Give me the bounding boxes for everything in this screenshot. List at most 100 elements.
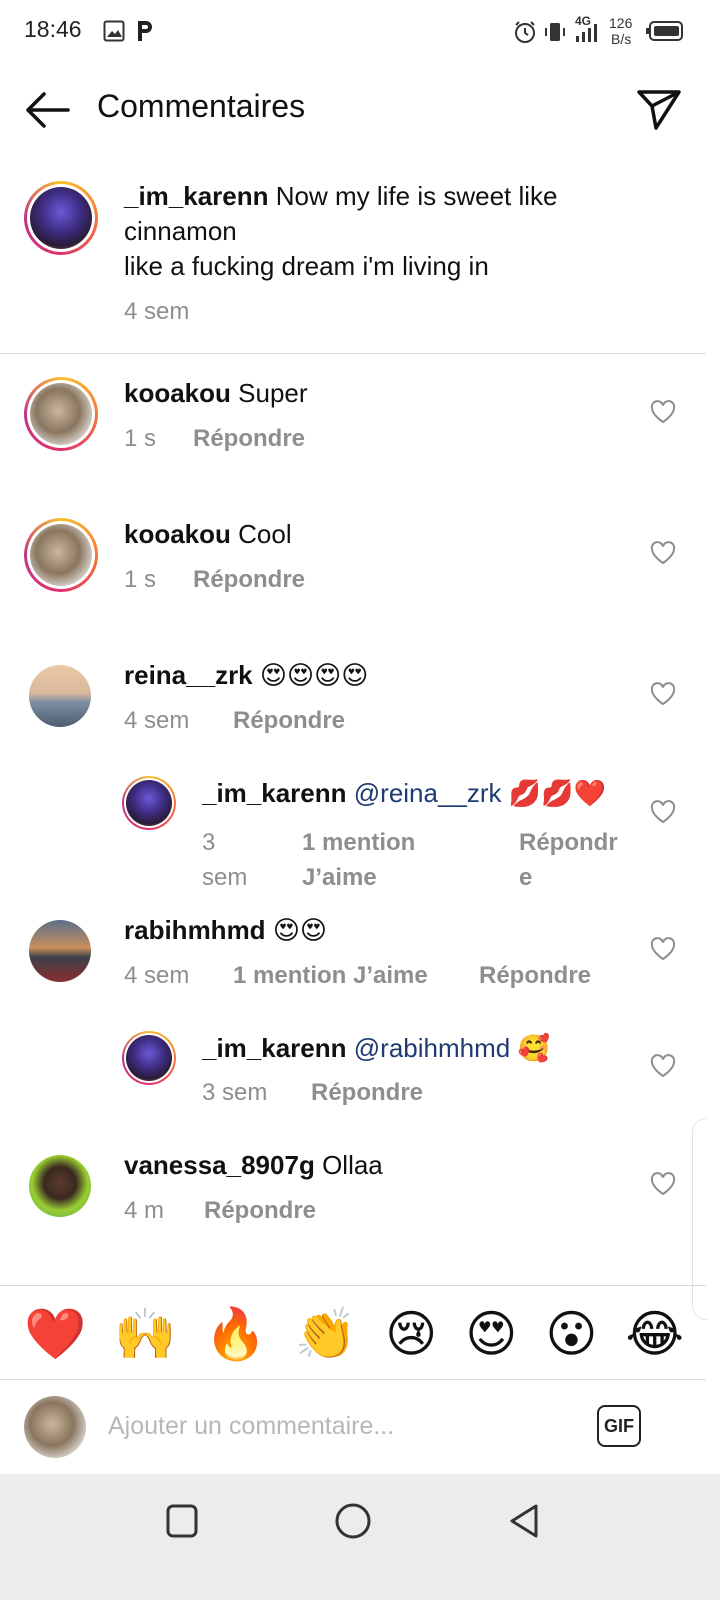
reply-button[interactable]: Répondre [479,962,591,990]
heart-icon [650,800,676,824]
status-time: 18:46 [24,16,82,42]
reply-button[interactable]: Répondre [311,1079,423,1107]
comment-text: 😍😍 [272,915,328,945]
triangle-back-icon [510,1504,538,1538]
comment-body: reina__zrk 😍😍😍😍 [124,658,368,693]
like-button[interactable] [650,1054,676,1083]
comment-text: 😍😍😍😍 [259,660,369,690]
like-button[interactable] [650,1172,676,1201]
reaction-heart[interactable]: ❤️ [24,1304,86,1364]
comment-time: 4 sem [124,707,190,734]
caption-line2: cinnamon [124,216,237,246]
comment-username[interactable]: _im_karenn [202,1033,347,1063]
heart-icon [650,1054,676,1078]
comment-username[interactable]: rabihmhmd [124,915,266,945]
reaction-surprised[interactable]: 😮 [545,1304,597,1364]
parking-icon [135,19,155,48]
reaction-clap[interactable]: 👏 [295,1304,357,1364]
heart-icon [650,937,676,961]
avatar-ring [122,776,176,830]
like-button[interactable] [650,937,676,966]
alarm-icon [513,20,537,49]
comment-text: 🥰 [517,1033,550,1063]
like-button[interactable] [650,541,676,570]
reaction-laugh[interactable]: 😂 [626,1304,684,1364]
comment-time: 3 sem [202,829,248,891]
comment-body: kooakou Super [124,376,308,411]
recents-button[interactable] [166,1504,198,1543]
comment-text: 💋💋❤️ [508,778,606,808]
avatar-ring [24,377,98,451]
signal-icon [574,22,600,49]
reply-button[interactable]: Répondre [233,707,345,735]
avatar[interactable] [30,383,92,445]
avatar[interactable] [126,780,172,826]
reply-button[interactable]: Répondre [519,825,618,895]
mention-link[interactable]: @reina__zrk [354,778,502,808]
avatar-ring [24,181,98,255]
heart-icon [650,1172,676,1196]
comment-username[interactable]: kooakou [124,378,231,408]
avatar[interactable] [126,1035,172,1081]
reply-button[interactable]: Répondre [204,1197,316,1225]
comment-text: Ollaa [322,1150,383,1180]
comment-time: 4 m [124,1197,165,1224]
reply-body: _im_karenn @rabihmhmd 🥰 [202,1031,550,1066]
image-icon [103,20,125,47]
reaction-sad[interactable]: 😢 [385,1304,437,1364]
like-button[interactable] [650,682,676,711]
avatar-ring [24,518,98,592]
comment-text: Cool [238,519,292,549]
circle-icon [335,1503,371,1539]
heart-icon [650,400,676,424]
comment-time: 1 s [124,566,157,593]
caption-line3: like a fucking dream i'm living in [124,251,489,281]
comment-input[interactable]: Ajouter un commentaire... [108,1412,394,1441]
quick-reactions-bar: ❤️ 🙌 🔥 👏 😢 😍 😮 😂 [24,1304,684,1364]
like-button[interactable] [650,400,676,429]
caption-username[interactable]: _im_karenn [124,181,269,211]
home-button[interactable] [335,1503,371,1544]
divider [0,1285,706,1286]
reaction-heart-eyes[interactable]: 😍 [465,1304,517,1364]
like-button[interactable] [650,800,676,829]
caption-line1: Now my life is sweet like [275,181,558,211]
comment-username[interactable]: _im_karenn [202,778,347,808]
likes-count[interactable]: 1 mention J’aime [302,825,415,895]
comment-body: rabihmhmd 😍😍 [124,913,327,948]
comment-time: 3 sem [202,1079,268,1106]
scrollbar[interactable] [692,1118,707,1320]
comment-body: kooakou Cool [124,517,292,552]
avatar[interactable] [29,1155,91,1217]
avatar[interactable] [29,665,91,727]
comment-text: Super [238,378,308,408]
reply-button[interactable]: Répondre [193,425,305,453]
avatar[interactable] [30,187,92,249]
reaction-fire[interactable]: 🔥 [205,1304,267,1364]
speed-value: 126 [609,15,633,31]
gif-button[interactable]: GIF [597,1405,641,1447]
reaction-raised-hands[interactable]: 🙌 [114,1304,176,1364]
comment-username[interactable]: vanessa_8907g [124,1150,315,1180]
comment-username[interactable]: reina__zrk [124,660,253,690]
arrow-left-icon [26,92,70,128]
share-button[interactable] [634,86,684,132]
send-icon [637,90,681,130]
back-nav-button[interactable] [508,1503,540,1544]
system-nav-bar [0,1474,720,1600]
mention-link[interactable]: @rabihmhmd [354,1033,510,1063]
comment-username[interactable]: kooakou [124,519,231,549]
reply-body: _im_karenn @reina__zrk 💋💋❤️ [202,776,622,811]
avatar[interactable] [30,524,92,586]
comment-body: vanessa_8907g Ollaa [124,1148,383,1183]
reply-button[interactable]: Répondre [193,566,305,594]
own-avatar [24,1396,86,1458]
avatar[interactable] [29,920,91,982]
square-icon [166,1504,198,1538]
back-button[interactable] [22,88,72,132]
speed-unit: B/s [611,31,632,47]
likes-count[interactable]: 1 mention J’aime [233,962,428,990]
comment-time: 4 sem [124,962,190,989]
heart-icon [650,541,676,565]
caption-time: 4 sem [124,298,190,325]
